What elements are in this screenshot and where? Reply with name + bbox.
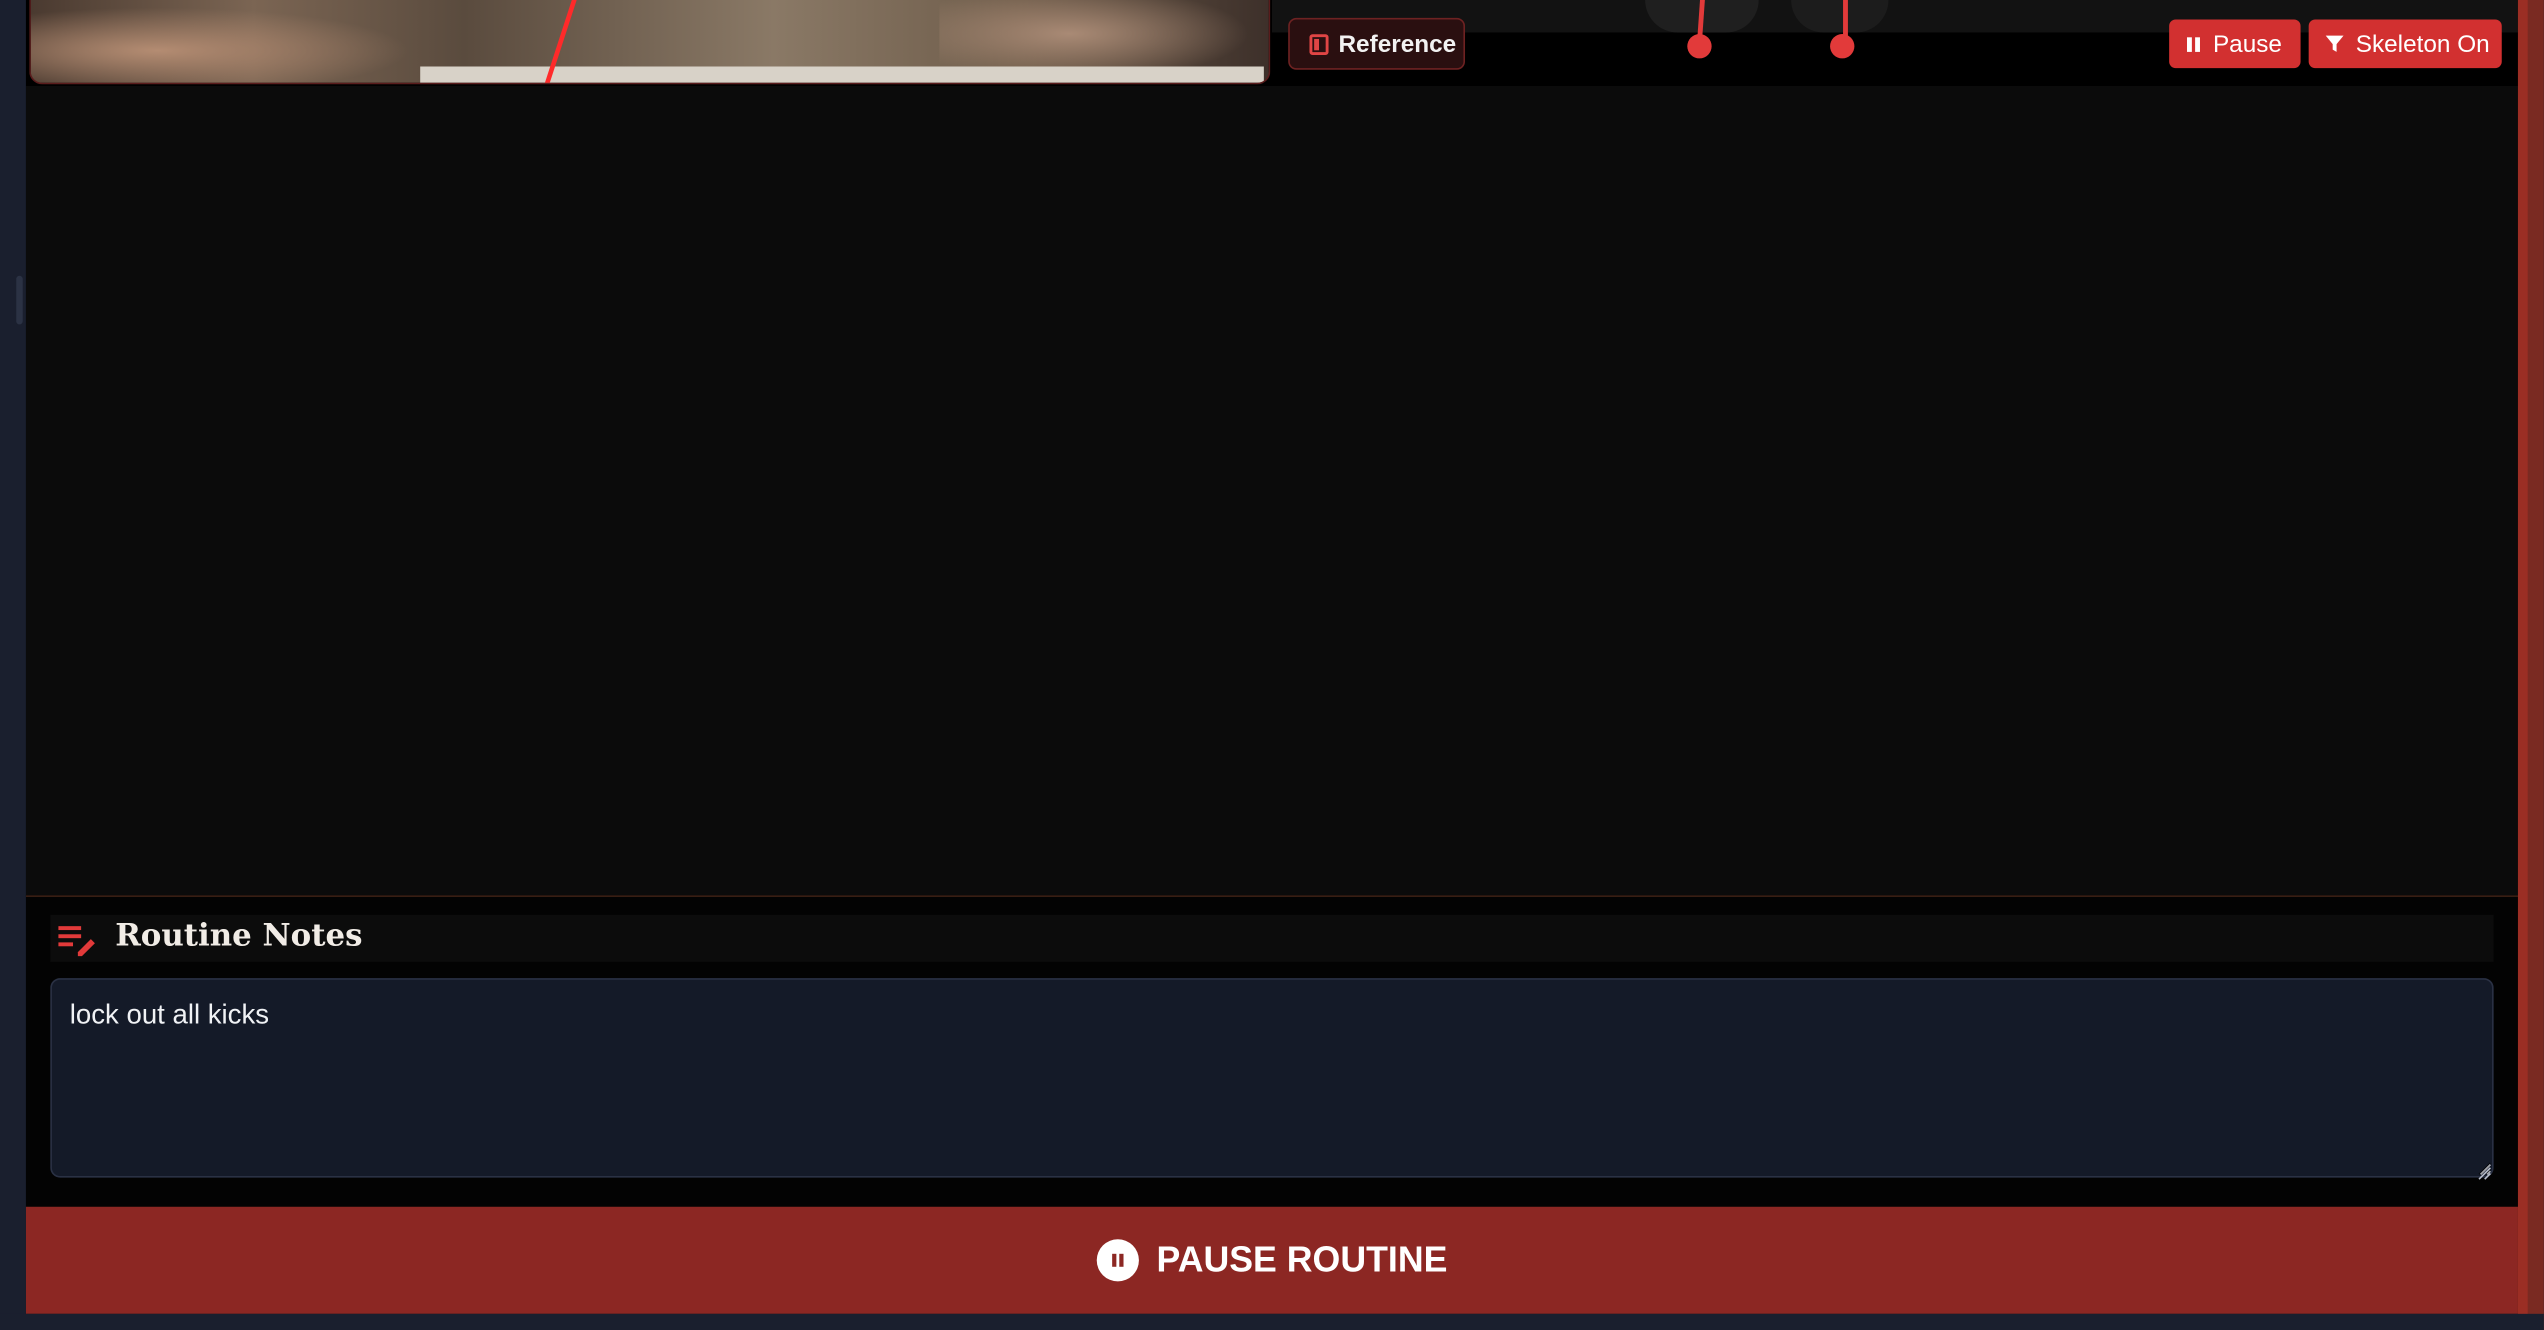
skeleton-joint [1687,34,1712,59]
panel-resize-handle[interactable] [16,275,23,325]
video-toolbar: Reference Pause Skeleton On [25,0,2518,86]
skeleton-toggle-button[interactable]: Skeleton On [2308,19,2502,69]
pause-circle-icon [1096,1239,1139,1282]
pose-canvas [25,85,2518,896]
camera-feed [29,0,1271,85]
routine-notes-panel: Routine Notes lock out all kicks [25,895,2518,1207]
book-icon [1309,33,1329,55]
pause-routine-label: PAUSE ROUTINE [1156,1239,1448,1280]
app-main: Reference Pause Skeleton On Routine Note… [25,0,2518,1314]
reference-button[interactable]: Reference [1288,17,1466,70]
filter-icon [2325,34,2344,53]
routine-notes-header: Routine Notes [50,914,2494,965]
left-gutter [0,0,26,1330]
routine-notes-title: Routine Notes [115,918,363,954]
routine-notes-input[interactable]: lock out all kicks [50,978,2494,1178]
pause-icon [2185,35,2201,53]
edit-notes-icon [55,921,97,965]
pause-button[interactable]: Pause [2169,19,2301,69]
pause-routine-button[interactable]: PAUSE ROUTINE [25,1206,2518,1314]
textarea-resize-grip[interactable] [2477,1160,2492,1180]
skeleton-bone [1843,0,1848,39]
skeleton-toggle-label: Skeleton On [2355,30,2490,58]
skeleton-joint [1830,34,1855,59]
reference-button-label: Reference [1338,30,1457,58]
pause-button-label: Pause [2212,30,2282,58]
